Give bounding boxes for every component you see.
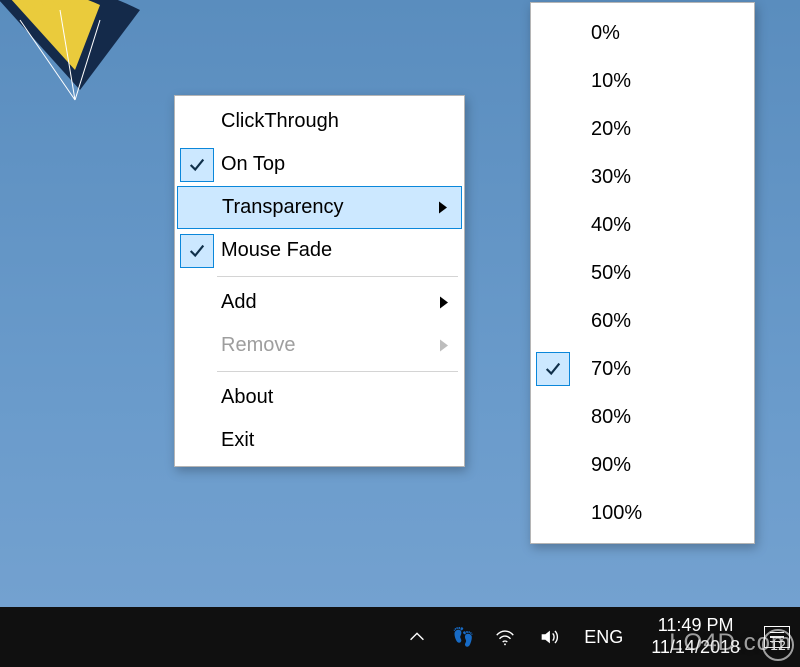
submenu-arrow-icon — [440, 291, 448, 314]
menu-item-add[interactable]: Add — [177, 281, 462, 324]
menu-item-label: 30% — [591, 166, 631, 189]
menu-item-label: 0% — [591, 22, 620, 45]
submenu-item-70[interactable]: 70% — [533, 345, 752, 393]
menu-item-label: On Top — [221, 153, 285, 176]
menu-separator — [217, 371, 458, 372]
menu-item-mousefade[interactable]: Mouse Fade — [177, 229, 462, 272]
volume-icon[interactable] — [536, 624, 562, 650]
menu-item-ontop[interactable]: On Top — [177, 143, 462, 186]
menu-item-label: Mouse Fade — [221, 239, 332, 262]
menu-item-label: 90% — [591, 454, 631, 477]
submenu-item-0[interactable]: 0% — [533, 9, 752, 57]
menu-item-label: 40% — [591, 214, 631, 237]
menu-item-label: 20% — [591, 118, 631, 141]
submenu-item-100[interactable]: 100% — [533, 489, 752, 537]
desktop-background-decoration: NAVY — [0, 0, 160, 120]
context-menu: ClickThrough On Top Transparency Mouse F… — [174, 95, 465, 467]
menu-item-label: Add — [221, 291, 257, 314]
menu-item-label: 60% — [591, 310, 631, 333]
check-icon — [180, 148, 214, 182]
action-center-icon[interactable] — [764, 626, 790, 648]
menu-item-label: Remove — [221, 334, 295, 357]
check-icon — [536, 352, 570, 386]
taskbar-clock[interactable]: 11:49 PM 11/14/2018 — [645, 615, 746, 658]
wifi-icon[interactable] — [492, 624, 518, 650]
taskbar: 👣 ENG 11:49 PM 11/14/2018 — [0, 607, 800, 667]
submenu-item-80[interactable]: 80% — [533, 393, 752, 441]
menu-item-label: Exit — [221, 429, 254, 452]
menu-item-label: 80% — [591, 406, 631, 429]
clock-time: 11:49 PM — [658, 615, 734, 637]
menu-item-label: 50% — [591, 262, 631, 285]
transparency-submenu: 0% 10% 20% 30% 40% 50% 60% 70% 80% 90% 1… — [530, 2, 755, 544]
menu-item-remove: Remove — [177, 324, 462, 367]
submenu-arrow-icon — [439, 196, 447, 219]
menu-item-label: 10% — [591, 70, 631, 93]
submenu-item-40[interactable]: 40% — [533, 201, 752, 249]
menu-item-label: 100% — [591, 502, 642, 525]
clock-date: 11/14/2018 — [651, 637, 740, 659]
submenu-item-60[interactable]: 60% — [533, 297, 752, 345]
app-tray-icon[interactable]: 👣 — [448, 624, 474, 650]
menu-item-label: ClickThrough — [221, 110, 339, 133]
submenu-item-20[interactable]: 20% — [533, 105, 752, 153]
menu-item-label: Transparency — [222, 196, 344, 219]
tray-overflow-chevron-icon[interactable] — [404, 624, 430, 650]
svg-text:NAVY: NAVY — [21, 0, 80, 19]
menu-item-transparency[interactable]: Transparency — [177, 186, 462, 229]
submenu-item-90[interactable]: 90% — [533, 441, 752, 489]
system-tray: 👣 ENG 11:49 PM 11/14/2018 — [404, 615, 790, 658]
submenu-item-10[interactable]: 10% — [533, 57, 752, 105]
menu-item-exit[interactable]: Exit — [177, 419, 462, 462]
menu-item-clickthrough[interactable]: ClickThrough — [177, 100, 462, 143]
menu-item-label: About — [221, 386, 273, 409]
menu-separator — [217, 276, 458, 277]
submenu-arrow-icon — [440, 334, 448, 357]
menu-item-about[interactable]: About — [177, 376, 462, 419]
submenu-item-30[interactable]: 30% — [533, 153, 752, 201]
language-indicator[interactable]: ENG — [580, 627, 627, 648]
check-icon — [180, 234, 214, 268]
submenu-item-50[interactable]: 50% — [533, 249, 752, 297]
menu-item-label: 70% — [591, 358, 631, 381]
